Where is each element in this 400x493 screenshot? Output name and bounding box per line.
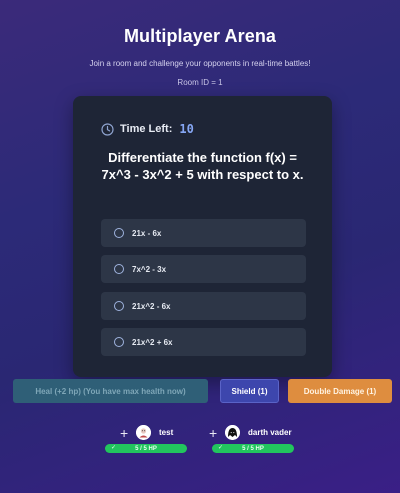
player-card: + darth vader ✓ 5 / 5 HP <box>209 425 294 453</box>
timer: Time Left: 10 <box>101 122 194 136</box>
answer-option[interactable]: 21x^2 - 6x <box>101 292 306 320</box>
avatar-icon <box>136 425 151 440</box>
radio-button[interactable] <box>114 264 124 274</box>
answer-option-label: 7x^2 - 3x <box>132 264 167 274</box>
timer-value: 10 <box>179 122 194 136</box>
answer-option[interactable]: 21x^2 + 6x <box>101 328 306 356</box>
answer-option-label: 21x^2 + 6x <box>132 337 173 347</box>
answer-option[interactable]: 21x - 6x <box>101 219 306 247</box>
abilities-bar: Heal (+2 hp) (You have max health now) S… <box>0 379 400 404</box>
page-subtitle: Join a room and challenge your opponents… <box>89 59 311 68</box>
room-id: Room ID = 1 <box>177 78 223 87</box>
plus-icon[interactable]: + <box>209 426 221 440</box>
answer-option-label: 21x - 6x <box>132 228 162 238</box>
answer-option-label: 21x^2 - 6x <box>132 301 171 311</box>
player-name: darth vader <box>248 428 292 437</box>
plus-icon[interactable]: + <box>120 426 132 440</box>
radio-button[interactable] <box>114 337 124 347</box>
page-title: Multiplayer Arena <box>123 26 277 46</box>
page-header: Multiplayer Arena Join a room and challe… <box>0 0 400 87</box>
answer-option[interactable]: 7x^2 - 3x <box>101 255 306 283</box>
heal-button[interactable]: Heal (+2 hp) (You have max health now) <box>13 379 208 403</box>
shield-button[interactable]: Shield (1) <box>220 379 279 403</box>
radio-button[interactable] <box>114 228 124 238</box>
hp-bar: ✓ 5 / 5 HP <box>212 444 294 453</box>
radio-button[interactable] <box>114 301 124 311</box>
player-card: + test ✓ 5 / 5 HP <box>105 425 187 453</box>
player-name: test <box>159 428 174 437</box>
question-card: Time Left: 10 Differentiate the function… <box>73 96 332 377</box>
clock-icon <box>101 122 114 136</box>
timer-label: Time Left: <box>120 123 173 135</box>
double-damage-button[interactable]: Double Damage (1) <box>288 379 392 403</box>
hp-text: 5 / 5 HP <box>242 445 264 452</box>
hp-bar: ✓ 5 / 5 HP <box>105 444 187 453</box>
hp-text: 5 / 5 HP <box>135 445 157 452</box>
question-text: Differentiate the function f(x) = 7x^3 -… <box>101 150 304 182</box>
darth-vader-avatar-icon <box>225 425 240 440</box>
